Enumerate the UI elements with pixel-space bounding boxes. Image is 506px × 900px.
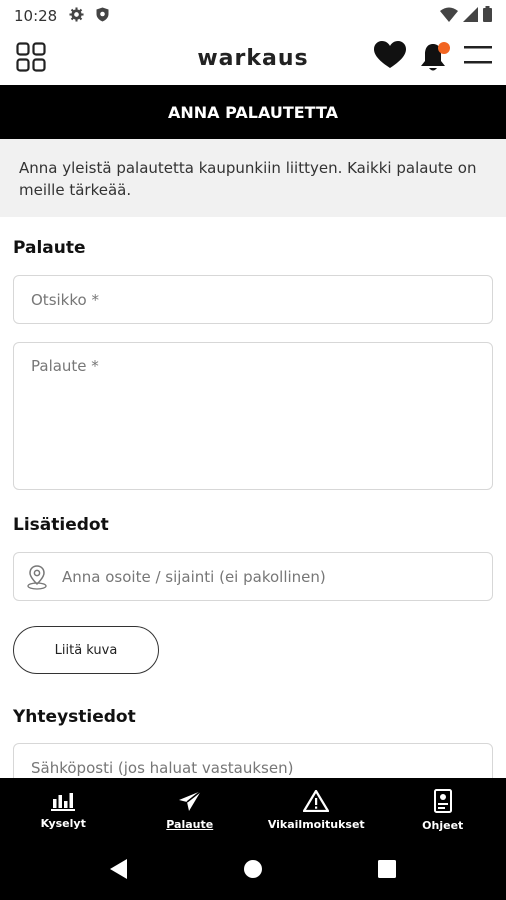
back-triangle-icon <box>110 859 127 879</box>
nav-item-ohjeet[interactable]: Ohjeet <box>380 778 506 842</box>
title-input[interactable]: Otsikko * <box>13 275 493 324</box>
battery-icon <box>483 6 492 26</box>
nav-item-palaute[interactable]: Palaute <box>127 778 254 842</box>
feedback-textarea[interactable]: Palaute * <box>13 342 493 490</box>
attach-image-label: Liitä kuva <box>54 642 118 658</box>
system-nav-bar <box>0 842 506 900</box>
heart-icon <box>374 41 406 68</box>
nav-item-kyselyt[interactable]: Kyselyt <box>0 778 127 842</box>
warning-icon <box>303 789 330 812</box>
nav-label-kyselyt: Kyselyt <box>40 816 86 830</box>
favorites-button[interactable] <box>374 41 406 73</box>
nav-label-vikailmoitukset: Vikailmoitukset <box>267 817 365 831</box>
recents-button[interactable] <box>378 860 396 882</box>
location-input-placeholder: Anna osoite / sijainti (ei pakollinen) <box>62 567 326 586</box>
location-input[interactable]: Anna osoite / sijainti (ei pakollinen) <box>13 552 493 601</box>
notifications-button[interactable] <box>420 40 450 74</box>
home-button[interactable] <box>243 859 263 883</box>
status-time: 10:28 <box>14 7 58 25</box>
menu-button[interactable] <box>464 44 492 70</box>
back-button[interactable] <box>110 859 128 883</box>
wifi-icon <box>440 7 458 26</box>
notification-badge <box>438 42 450 54</box>
status-bar: 10:28 <box>0 0 506 32</box>
bottom-nav: Kyselyt Palaute Vikailmoitukset Ohjeet <box>0 778 506 842</box>
feedback-section-label: Palaute <box>13 238 86 258</box>
guide-icon <box>433 788 452 813</box>
apps-grid-button[interactable] <box>16 42 46 76</box>
nav-item-vikailmoitukset[interactable]: Vikailmoitukset <box>253 778 380 842</box>
page-title-bar: ANNA PALAUTETTA <box>0 85 506 139</box>
location-pin-icon <box>27 564 47 590</box>
apps-grid-icon <box>16 42 46 72</box>
bar-chart-icon <box>51 792 76 811</box>
nav-label-ohjeet: Ohjeet <box>422 818 464 832</box>
contact-section-label: Yhteystiedot <box>13 707 136 727</box>
app-header: warkaus <box>0 32 506 84</box>
settings-status-icon <box>69 6 84 26</box>
signal-icon <box>463 6 478 26</box>
nav-label-palaute: Palaute <box>166 817 214 831</box>
brand-logo: warkaus <box>197 45 309 71</box>
intro-text: Anna yleistä palautetta kaupunkiin liitt… <box>19 159 477 199</box>
intro-panel: Anna yleistä palautetta kaupunkiin liitt… <box>0 139 506 217</box>
title-input-placeholder: Otsikko * <box>31 290 99 309</box>
details-section-label: Lisätiedot <box>13 515 109 535</box>
email-input-placeholder: Sähköposti (jos haluat vastauksen) <box>31 758 294 777</box>
home-circle-icon <box>244 860 262 878</box>
recents-square-icon <box>378 860 396 878</box>
hamburger-icon <box>464 46 492 64</box>
paper-plane-icon <box>178 789 202 811</box>
page-title: ANNA PALAUTETTA <box>167 102 338 122</box>
attach-image-button[interactable]: Liitä kuva <box>13 626 159 674</box>
feedback-textarea-placeholder: Palaute * <box>31 357 99 375</box>
shield-status-icon <box>96 7 109 26</box>
